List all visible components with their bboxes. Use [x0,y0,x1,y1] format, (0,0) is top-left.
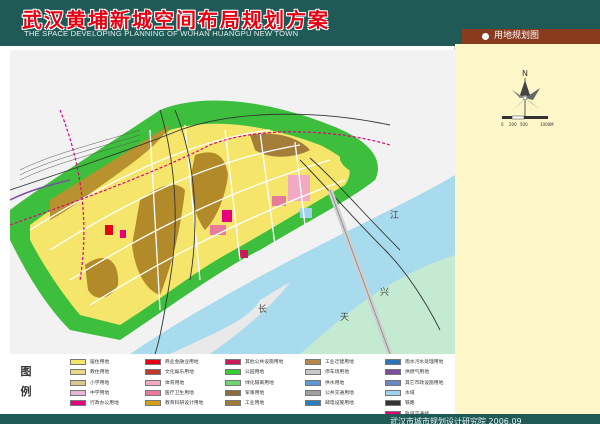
legend-label: 居住用地 [90,360,110,365]
scale-label-200: 200 [509,122,517,127]
legend-item: 军事用地 [225,389,265,398]
legend-item: 供水用地 [305,379,345,388]
legend-swatch [385,359,401,365]
legend-swatch [305,379,321,386]
legend-item: 商业金融业用地 [145,359,199,367]
legend-label: 供燃气用地 [405,370,429,376]
land-use-map: 长 江 天 兴 [10,50,455,354]
legend-item: 行政办公用地 [70,400,119,408]
legend-swatch [225,400,241,407]
scale-label-500: 500 [520,122,528,127]
legend-item: 停车场用地 [305,369,349,377]
legend-label: 雨水污水处理用地 [405,360,444,365]
legend-item: 公园用地 [225,369,264,377]
legend-label: 公共交通用地 [325,390,354,396]
legend-label: 教住用地 [90,370,110,376]
legend-swatch [225,379,241,386]
legend-swatch [225,359,241,365]
legend-item: 居住用地 [70,359,109,367]
legend-label: 水域 [405,390,415,396]
legend-label: 工业迁建用地 [325,360,354,365]
legend-label: 邮电设施用地 [325,401,354,407]
legend-label: 行政办公用地 [90,401,119,407]
legend-swatch [385,389,401,396]
legend-label: 绿化隔离用地 [245,380,274,386]
legend-item: 绿化隔离用地 [225,379,274,388]
legend-item: 公共交通用地 [305,389,354,398]
legend-item: 供燃气用地 [385,369,429,377]
legend-label: 公园用地 [245,370,265,376]
legend-label: 商业金融业用地 [165,360,199,365]
legend-label: 供水用地 [325,380,345,386]
legend-swatch [70,369,86,376]
legend-swatch [385,379,401,386]
legend-swatch [305,359,321,365]
legend-title: 图例 [20,365,32,398]
tab-land-use-plan[interactable]: 用地规划图 [462,29,600,44]
legend-item: 教住用地 [70,369,109,377]
legend-swatch [145,379,161,386]
legend-swatch [145,359,161,365]
legend-swatch [305,400,321,407]
legend-swatch [70,389,86,396]
island-label-xing: 兴 [380,287,389,298]
scale-bar: 0 200 500 1000M [501,115,554,127]
legend-item: 其他公共设施用地 [225,359,283,367]
legend-label: 小学用地 [90,380,110,386]
legend-item: 邮电设施用地 [305,400,354,408]
tab-label: 用地规划图 [494,31,540,41]
legend-swatch [70,379,86,386]
legend-item: 体育用地 [145,379,185,388]
legend-swatch [225,389,241,396]
scale-label-0: 0 [501,122,504,127]
legend-item: 医疗卫生用地 [145,389,194,398]
legend-label: 军事用地 [245,390,265,396]
legend-item: 中学用地 [70,389,110,398]
legend-label: 中学用地 [90,390,110,396]
legend-item: 工业用地 [225,400,264,408]
legend-swatch [305,389,321,396]
legend-item: 雨水污水处理用地 [385,359,443,367]
page-subtitle: THE SPACE DEVELOPING PLANNING OF WUHAN H… [24,29,299,38]
legend-label: 其他公共设施用地 [245,360,284,365]
legend-label: 铁路 [405,401,415,407]
scale-label-1000: 1000M [540,122,554,127]
legend-item: 小学用地 [70,379,110,388]
legend-swatch [145,389,161,396]
legend-label: 工业用地 [245,401,265,407]
legend-item: 文化娱乐用地 [145,369,194,377]
island-label-tian: 天 [340,313,349,323]
legend-label: 医疗卫生用地 [165,390,194,396]
river-label-chang: 长 [258,303,267,315]
legend-label: 其它市政设施用地 [405,380,444,386]
north-label: N [522,69,528,78]
legend-label: 教育科研设计用地 [165,401,204,407]
legend-swatch [145,400,161,407]
legend-item: 水域 [385,389,415,398]
legend-label: 停车场用地 [325,370,349,376]
legend-swatch [385,400,401,407]
legend-item: 其它市政设施用地 [385,379,444,388]
footer-credit: 武汉市城市规划设计研究院 2006.09 [390,417,522,424]
legend-item: 教育科研设计用地 [145,400,203,408]
legend-item: 铁路 [385,400,415,408]
legend-swatch [305,369,321,376]
legend-swatch [385,369,401,376]
legend-item: 工业迁建用地 [305,359,354,367]
legend-swatch [70,400,86,407]
legend-label: 体育用地 [165,380,185,386]
legend-swatch [70,359,86,365]
legend-swatch [225,369,241,376]
bullet-icon [482,33,489,40]
legend-swatch [145,369,161,376]
legend-label: 文化娱乐用地 [165,370,194,376]
river-label-jiang: 江 [390,210,399,221]
